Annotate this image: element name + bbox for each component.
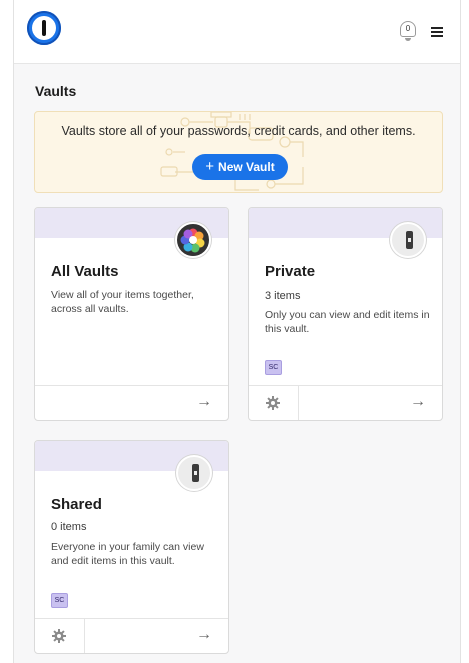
multi-vault-icon-graphic xyxy=(180,228,205,253)
page-title: Vaults xyxy=(35,83,77,99)
bell-icon[interactable]: 0 xyxy=(399,19,417,41)
vault-description: Everyone in your family can view and edi… xyxy=(51,541,204,567)
lock-vault-icon xyxy=(176,455,212,491)
lock-icon xyxy=(406,231,413,249)
vault-item-count: 3 items xyxy=(265,290,301,302)
app-logo-icon[interactable] xyxy=(27,11,61,45)
gear-icon xyxy=(266,396,280,410)
arrow-right-icon[interactable]: → xyxy=(196,626,212,644)
vault-description: View all of your items together, across … xyxy=(51,289,194,315)
card-footer: → xyxy=(249,385,442,420)
vault-description: Only you can view and edit items in this… xyxy=(265,309,430,335)
app-frame: 0 Vaults Vaults store all of your passwo… xyxy=(13,0,461,663)
lock-icon xyxy=(192,464,199,482)
vaults-info-banner: Vaults store all of your passwords, cred… xyxy=(34,111,443,193)
arrow-right-icon[interactable]: → xyxy=(410,393,426,411)
member-avatar[interactable]: SC xyxy=(265,360,282,375)
vault-card-shared[interactable]: Shared 0 items Everyone in your family c… xyxy=(34,440,229,654)
keyhole-icon xyxy=(42,20,46,36)
vault-title: Shared xyxy=(51,496,102,513)
arrow-right-icon[interactable]: → xyxy=(196,393,212,411)
settings-cell[interactable] xyxy=(35,619,85,653)
card-footer: → xyxy=(35,618,228,653)
lock-vault-icon xyxy=(390,222,426,258)
bell-clapper xyxy=(405,38,411,41)
hamburger-menu-icon[interactable] xyxy=(431,27,443,37)
new-vault-label: New Vault xyxy=(218,160,275,174)
vault-item-count: 0 items xyxy=(51,521,87,533)
top-bar: 0 xyxy=(14,0,460,64)
settings-cell[interactable] xyxy=(249,386,299,420)
vault-card-private[interactable]: Private 3 items Only you can view and ed… xyxy=(248,207,443,421)
plus-icon: + xyxy=(205,158,215,175)
card-footer: → xyxy=(35,385,228,420)
banner-text: Vaults store all of your passwords, cred… xyxy=(61,124,416,138)
vault-card-all[interactable]: All Vaults View all of your items togeth… xyxy=(34,207,229,421)
vault-title: All Vaults xyxy=(51,263,119,280)
new-vault-button[interactable]: + New Vault xyxy=(192,154,288,180)
multi-vault-icon xyxy=(175,222,211,258)
vault-title: Private xyxy=(265,263,316,280)
member-avatar[interactable]: SC xyxy=(51,593,68,608)
gear-icon xyxy=(52,629,66,643)
notification-count: 0 xyxy=(405,24,411,33)
